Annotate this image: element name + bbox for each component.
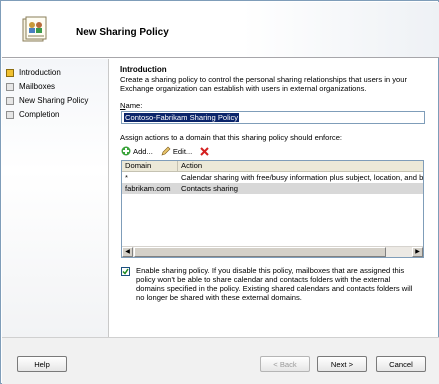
step-label: Mailboxes — [19, 82, 56, 91]
cancel-button[interactable]: Cancel — [376, 356, 426, 372]
domain-toolbar: Add... Edit... — [121, 145, 219, 157]
remove-button[interactable] — [200, 146, 211, 156]
wizard-banner: New Sharing Policy — [2, 2, 439, 58]
page-heading: Introduction — [120, 65, 167, 74]
enable-policy-label: Enable sharing policy. If you disable th… — [136, 266, 413, 302]
edit-button[interactable]: Edit... — [161, 146, 192, 156]
name-field[interactable]: Contoso-Fabrikam Sharing Policy — [121, 111, 425, 124]
list-header: Domain Action — [122, 161, 423, 172]
delete-icon — [200, 146, 209, 156]
step-label: Introduction — [19, 68, 61, 77]
step-pending-icon — [6, 96, 14, 105]
step-label: Completion — [19, 110, 60, 119]
page-description: Create a sharing policy to control the p… — [120, 75, 408, 93]
check-icon — [122, 268, 129, 275]
back-button[interactable]: < Back — [260, 356, 310, 372]
step-new-sharing-policy: New Sharing Policy — [6, 94, 88, 107]
step-current-icon — [6, 68, 14, 77]
table-row[interactable]: fabrikam.com Contacts sharing — [122, 183, 423, 194]
add-label: Add... — [133, 146, 153, 156]
sharing-policy-icon — [20, 15, 50, 45]
add-icon — [121, 146, 131, 156]
pencil-icon — [161, 146, 171, 156]
step-pending-icon — [6, 82, 14, 91]
scroll-right-button[interactable]: ▶ — [412, 247, 423, 257]
scroll-left-button[interactable]: ◀ — [122, 247, 133, 257]
wizard-footer: Help < Back Next > Cancel — [2, 337, 439, 384]
wizard-window: New Sharing Policy Introduction Mailboxe… — [0, 0, 439, 384]
scroll-thumb[interactable] — [134, 247, 386, 257]
cell-action: Contacts sharing — [181, 184, 238, 193]
step-label: New Sharing Policy — [19, 96, 89, 105]
cell-domain: * — [125, 173, 128, 182]
step-pending-icon — [6, 110, 14, 119]
enable-policy-checkbox[interactable] — [121, 267, 130, 276]
name-label-text: ame: — [125, 101, 143, 110]
column-header-action[interactable]: Action — [178, 161, 423, 171]
assign-label: Assign actions to a domain that this sha… — [120, 133, 343, 142]
step-completion: Completion — [6, 108, 59, 121]
enable-policy-option: Enable sharing policy. If you disable th… — [121, 266, 421, 302]
cell-domain: fabrikam.com — [125, 184, 171, 193]
next-button[interactable]: Next > — [317, 356, 367, 372]
wizard-steps: Introduction Mailboxes New Sharing Polic… — [2, 59, 109, 337]
name-label: Name: — [120, 101, 142, 110]
cell-action: Calendar sharing with free/busy informat… — [181, 173, 423, 182]
wizard-content: Introduction Create a sharing policy to … — [111, 59, 439, 337]
domain-list[interactable]: Domain Action * Calendar sharing with fr… — [121, 160, 424, 258]
wizard-title: New Sharing Policy — [76, 27, 169, 38]
name-field-value: Contoso-Fabrikam Sharing Policy — [124, 113, 240, 122]
help-button[interactable]: Help — [17, 356, 67, 372]
horizontal-scrollbar[interactable]: ◀ ▶ — [122, 246, 423, 257]
step-introduction: Introduction — [6, 66, 61, 79]
step-mailboxes: Mailboxes — [6, 80, 55, 93]
table-row[interactable]: * Calendar sharing with free/busy inform… — [122, 172, 423, 183]
edit-label: Edit... — [172, 146, 193, 156]
column-header-domain[interactable]: Domain — [122, 161, 178, 171]
add-button[interactable]: Add... — [121, 146, 153, 156]
